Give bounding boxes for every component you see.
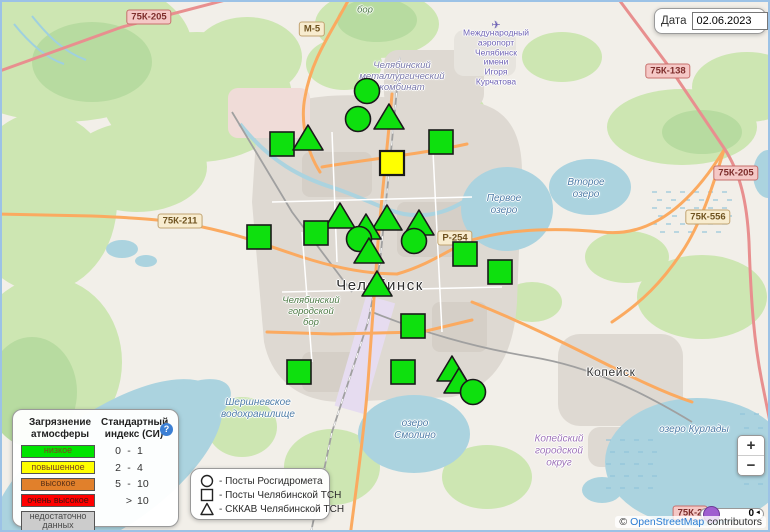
station-marker-circle[interactable]	[355, 79, 380, 104]
station-marker-square[interactable]	[247, 225, 271, 249]
legend-row-no-data: недостаточно данных	[21, 511, 170, 532]
symbol-label: - Посты Росгидромета	[219, 476, 323, 487]
si-range-value: 5	[105, 478, 121, 490]
symbols-legend: - Посты Росгидромета - Посты Челябинской…	[190, 468, 330, 520]
station-marker-triangle[interactable]	[372, 205, 402, 230]
si-range-value	[105, 495, 121, 507]
zoom-out-button[interactable]: −	[738, 455, 764, 475]
legend-row-roshydromet: - Посты Росгидромета	[200, 474, 320, 488]
legend-chip-elevated: повышенное	[21, 461, 95, 474]
si-range-value: 0	[105, 445, 121, 457]
help-icon[interactable]: ?	[160, 423, 173, 436]
copyright-symbol: ©	[619, 516, 627, 528]
si-range-value: 2	[105, 462, 121, 474]
pollution-legend: Загрязнение атмосферы Стандартный индекс…	[12, 409, 179, 527]
legend-row-skkav: - СККАВ Челябинской ТСН	[200, 502, 320, 516]
symbol-label: - Посты Челябинской ТСН	[219, 490, 341, 501]
legend-chip-low: низкое	[21, 445, 95, 458]
si-legend-title: Стандартный индекс (СИ)	[101, 417, 167, 441]
map-attribution: © OpenStreetMap contributors	[615, 516, 766, 528]
station-marker-triangle[interactable]	[374, 104, 404, 129]
station-marker-triangle[interactable]	[362, 271, 392, 296]
date-panel: Дата	[654, 8, 766, 34]
legend-chip-very-high: очень высокое	[21, 494, 95, 507]
symbol-label: - СККАВ Челябинской ТСН	[219, 504, 344, 515]
zoom-control: + −	[737, 435, 765, 476]
station-marker-circle[interactable]	[402, 229, 427, 254]
date-label: Дата	[661, 15, 686, 27]
pollution-legend-title: Загрязнение атмосферы	[21, 417, 99, 441]
station-marker-triangle[interactable]	[325, 203, 355, 228]
station-marker-square[interactable]	[401, 314, 425, 338]
station-marker-square[interactable]	[304, 221, 328, 245]
station-marker-square[interactable]	[429, 130, 453, 154]
station-marker-circle[interactable]	[461, 380, 486, 405]
legend-row-tsn-posts: - Посты Челябинской ТСН	[200, 488, 320, 502]
legend-chip-high: высокое	[21, 478, 95, 491]
legend-row-low: низкое 0-1	[21, 445, 170, 458]
station-marker-square[interactable]	[488, 260, 512, 284]
station-marker-square[interactable]	[270, 132, 294, 156]
attribution-suffix: contributors	[707, 516, 762, 528]
legend-row-high: высокое 5-10	[21, 478, 170, 491]
circle-symbol-icon	[200, 474, 214, 488]
legend-chip-no-data: недостаточно данных	[21, 511, 95, 532]
triangle-symbol-icon	[200, 502, 214, 516]
air-quality-map-app: ЧелябинскКопейскПервое озероВторое озеро…	[0, 0, 770, 532]
date-input[interactable]	[692, 12, 768, 30]
station-marker-square[interactable]	[391, 360, 415, 384]
legend-row-elevated: повышенное 2-4	[21, 461, 170, 474]
legend-row-very-high: очень высокое >10	[21, 494, 170, 507]
openstreetmap-link[interactable]: OpenStreetMap	[630, 516, 704, 528]
station-marker-square[interactable]	[453, 242, 477, 266]
station-marker-triangle[interactable]	[293, 125, 323, 150]
square-symbol-icon	[200, 488, 214, 502]
station-marker-square[interactable]	[287, 360, 311, 384]
station-marker-circle[interactable]	[346, 107, 371, 132]
zoom-in-button[interactable]: +	[738, 436, 764, 455]
station-marker-square[interactable]	[380, 151, 404, 175]
